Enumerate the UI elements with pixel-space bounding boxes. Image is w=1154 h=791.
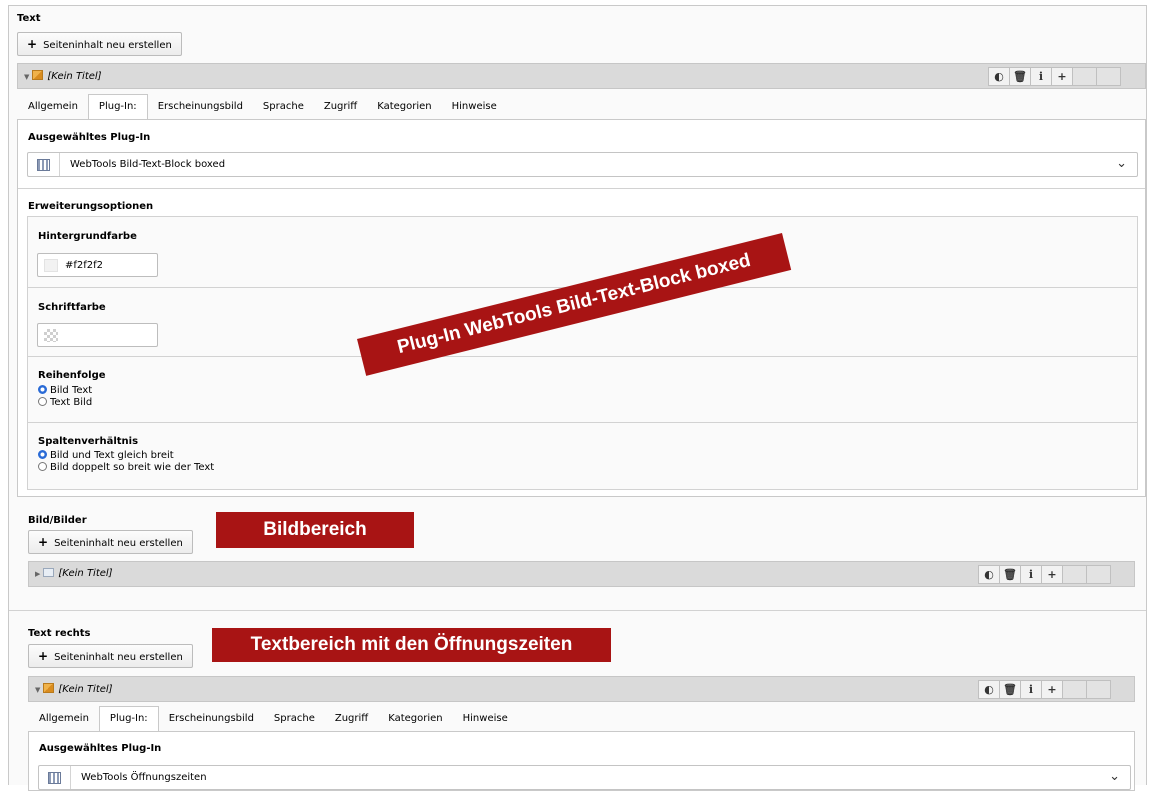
tab-bar: Allgemein Plug-In: Erscheinungsbild Spra… bbox=[18, 94, 507, 120]
tab-hinweise[interactable]: Hinweise bbox=[442, 94, 507, 120]
transparent-swatch bbox=[44, 329, 58, 342]
spacer bbox=[1086, 680, 1111, 699]
tab-allgemein[interactable]: Allgemein bbox=[29, 706, 99, 732]
tab-sprache[interactable]: Sprache bbox=[264, 706, 325, 732]
image-element-header[interactable]: ▶ [Kein Titel] ◐ 🗑 i + bbox=[28, 561, 1135, 587]
plus-icon: + bbox=[27, 37, 38, 51]
tab-erscheinungsbild[interactable]: Erscheinungsbild bbox=[159, 706, 264, 732]
plugin-select[interactable]: WebTools Bild-Text-Block boxed ⌄ bbox=[27, 152, 1138, 177]
expand-icon[interactable]: ▶ bbox=[35, 570, 40, 578]
bg-color-label: Hintergrundfarbe bbox=[38, 231, 137, 242]
radio-bild-text[interactable]: Bild Text bbox=[38, 385, 92, 396]
element-title: [Kein Titel] bbox=[47, 71, 102, 82]
drag-handle[interactable] bbox=[1062, 680, 1087, 699]
drag-handle[interactable] bbox=[1072, 67, 1097, 86]
tab-panel: Ausgewähltes Plug-In WebTools Öffnungsze… bbox=[28, 731, 1135, 791]
collapse-icon[interactable]: ▼ bbox=[35, 686, 40, 694]
plugin-label: Ausgewähltes Plug-In bbox=[28, 132, 151, 143]
info-icon[interactable]: i bbox=[1020, 565, 1042, 584]
chevron-down-icon: ⌄ bbox=[1109, 769, 1120, 784]
plus-icon[interactable]: + bbox=[1051, 67, 1073, 86]
content-element-header[interactable]: ▼ [Kein Titel] ◐ 🗑 i + bbox=[17, 63, 1146, 89]
tab-hinweise[interactable]: Hinweise bbox=[453, 706, 518, 732]
info-icon[interactable]: i bbox=[1020, 680, 1042, 699]
radio-text-bild[interactable]: Text Bild bbox=[38, 397, 92, 408]
tab-allgemein[interactable]: Allgemein bbox=[18, 94, 88, 120]
collapse-icon[interactable]: ▼ bbox=[24, 73, 29, 81]
plugin-label: Ausgewähltes Plug-In bbox=[39, 743, 162, 754]
image-icon bbox=[43, 568, 55, 577]
section-heading-text-right: Text rechts bbox=[28, 628, 91, 639]
trash-icon[interactable]: 🗑 bbox=[999, 565, 1021, 584]
bg-color-field[interactable]: #f2f2f2 bbox=[37, 253, 158, 277]
plugin-select[interactable]: WebTools Öffnungszeiten ⌄ bbox=[38, 765, 1131, 790]
content-element-icon bbox=[32, 70, 44, 80]
plus-icon[interactable]: + bbox=[1041, 680, 1063, 699]
toggle-icon[interactable]: ◐ bbox=[978, 565, 1000, 584]
ratio-label: Spaltenverhältnis bbox=[38, 436, 139, 447]
content-element-icon bbox=[43, 683, 55, 693]
toggle-icon[interactable]: ◐ bbox=[978, 680, 1000, 699]
plugin-icon bbox=[37, 158, 50, 171]
tab-zugriff[interactable]: Zugriff bbox=[314, 94, 367, 120]
radio-ratio-double[interactable]: Bild doppelt so breit wie der Text bbox=[38, 462, 214, 473]
divider bbox=[18, 188, 1145, 189]
toggle-icon[interactable]: ◐ bbox=[988, 67, 1010, 86]
tab-bar: Allgemein Plug-In: Erscheinungsbild Spra… bbox=[29, 706, 518, 732]
tab-plugin[interactable]: Plug-In: bbox=[87, 94, 148, 120]
text-element-header[interactable]: ▼ [Kein Titel] ◐ 🗑 i + bbox=[28, 676, 1135, 702]
drag-handle[interactable] bbox=[1062, 565, 1087, 584]
spacer bbox=[1096, 67, 1121, 86]
new-content-button[interactable]: + Seiteninhalt neu erstellen bbox=[17, 32, 182, 56]
info-icon[interactable]: i bbox=[1030, 67, 1052, 86]
plus-icon: + bbox=[38, 649, 49, 663]
plugin-icon bbox=[48, 771, 61, 784]
trash-icon[interactable]: 🗑 bbox=[999, 680, 1021, 699]
tab-erscheinungsbild[interactable]: Erscheinungsbild bbox=[148, 94, 253, 120]
font-color-field[interactable] bbox=[37, 323, 158, 347]
tab-kategorien[interactable]: Kategorien bbox=[378, 706, 452, 732]
tab-kategorien[interactable]: Kategorien bbox=[367, 94, 441, 120]
tab-plugin[interactable]: Plug-In: bbox=[98, 706, 159, 732]
section-heading-text: Text bbox=[17, 13, 41, 24]
tab-zugriff[interactable]: Zugriff bbox=[325, 706, 378, 732]
new-content-button-images[interactable]: + Seiteninhalt neu erstellen bbox=[28, 530, 193, 554]
order-label: Reihenfolge bbox=[38, 370, 106, 381]
radio-ratio-equal[interactable]: Bild und Text gleich breit bbox=[38, 450, 174, 461]
font-color-label: Schriftfarbe bbox=[38, 302, 106, 313]
extension-options-label: Erweiterungsoptionen bbox=[28, 201, 154, 212]
extension-options-panel: Hintergrundfarbe #f2f2f2 Schriftfarbe Re… bbox=[27, 216, 1138, 490]
element-controls: ◐ 🗑 i + bbox=[988, 67, 1121, 86]
trash-icon[interactable]: 🗑 bbox=[1009, 67, 1031, 86]
text-area-callout: Textbereich mit den Öffnungszeiten bbox=[212, 628, 611, 662]
plus-icon: + bbox=[38, 535, 49, 549]
color-swatch bbox=[44, 259, 58, 272]
element-controls: ◐ 🗑 i + bbox=[978, 680, 1111, 699]
tab-sprache[interactable]: Sprache bbox=[253, 94, 314, 120]
chevron-down-icon: ⌄ bbox=[1116, 156, 1127, 171]
spacer bbox=[1086, 565, 1111, 584]
image-area-callout: Bildbereich bbox=[216, 512, 414, 548]
plus-icon[interactable]: + bbox=[1041, 565, 1063, 584]
new-content-button-text-right[interactable]: + Seiteninhalt neu erstellen bbox=[28, 644, 193, 668]
element-controls: ◐ 🗑 i + bbox=[978, 565, 1111, 584]
section-heading-images: Bild/Bilder bbox=[28, 515, 87, 526]
